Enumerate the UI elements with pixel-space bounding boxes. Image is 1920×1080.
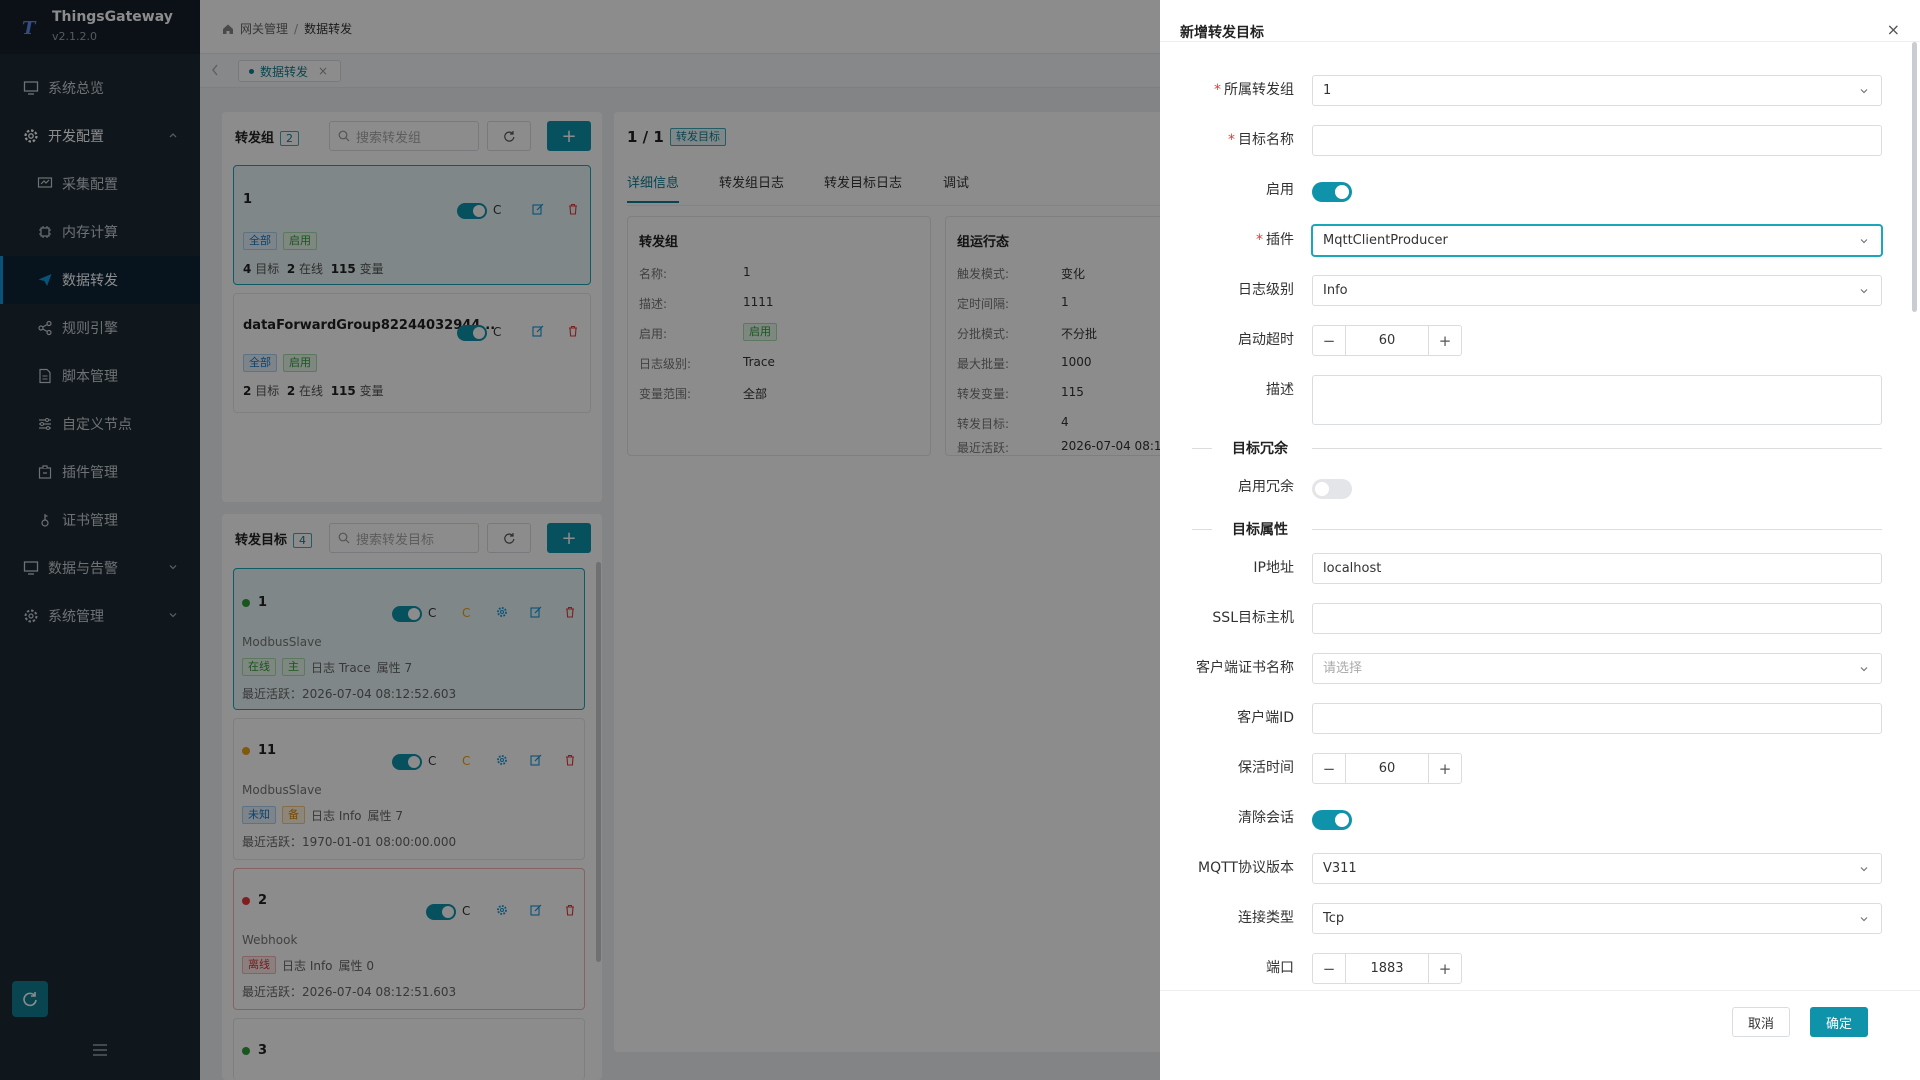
port-stepper: − 1883 + xyxy=(1312,953,1462,984)
chevron-down-icon xyxy=(1859,286,1869,296)
field-label: MQTT协议版本 xyxy=(1198,860,1294,876)
field-label: SSL目标主机 xyxy=(1212,610,1294,626)
section-redundancy: 目标冗余 xyxy=(1192,438,1882,458)
form-row-ssl-host: SSL目标主机 xyxy=(1180,601,1882,635)
form-row-enabled: 启用 xyxy=(1180,173,1880,207)
stepper-value[interactable]: 1883 xyxy=(1345,954,1429,983)
form-row-log-level: 日志级别 Info xyxy=(1180,273,1882,307)
field-label: 客户端证书名称 xyxy=(1196,660,1294,676)
mqtt-version-select[interactable]: V311 xyxy=(1312,853,1882,884)
field-label: 保活时间 xyxy=(1238,760,1294,776)
drawer-footer: 取消 确定 xyxy=(1160,990,1920,1080)
ok-button[interactable]: 确定 xyxy=(1810,1007,1868,1037)
form-row-redundancy: 启用冗余 xyxy=(1180,470,1880,504)
minus-icon[interactable]: − xyxy=(1313,754,1345,783)
close-icon[interactable]: × xyxy=(1887,20,1900,39)
target-name-input[interactable] xyxy=(1312,125,1882,156)
drawer-scrollbar[interactable] xyxy=(1912,42,1917,312)
chevron-down-icon xyxy=(1859,86,1869,96)
client-id-input[interactable] xyxy=(1312,703,1882,734)
form-row-client-cert: 客户端证书名称 请选择 xyxy=(1180,651,1882,685)
form-row-group: * 所属转发组 1 xyxy=(1180,73,1882,107)
form-row-start-timeout: 启动超时 − 60 + xyxy=(1180,323,1880,357)
chevron-down-icon xyxy=(1859,914,1869,924)
field-label: 启动超时 xyxy=(1238,332,1294,348)
form-row-desc: 描述 xyxy=(1180,373,1882,425)
form-row-mqtt-version: MQTT协议版本 V311 xyxy=(1180,851,1882,885)
drawer-title: 新增转发目标 xyxy=(1180,25,1264,41)
field-label: * 目标名称 xyxy=(1228,132,1294,148)
plus-icon[interactable]: + xyxy=(1429,754,1461,783)
field-label: 连接类型 xyxy=(1238,910,1294,926)
cancel-button[interactable]: 取消 xyxy=(1732,1007,1790,1037)
chevron-down-icon xyxy=(1859,236,1869,246)
group-select[interactable]: 1 xyxy=(1312,75,1882,106)
field-label: 启用 xyxy=(1266,182,1294,198)
minus-icon[interactable]: − xyxy=(1313,954,1345,983)
ssl-host-input[interactable] xyxy=(1312,603,1882,634)
form-row-name: * 目标名称 xyxy=(1180,123,1882,157)
ip-input[interactable]: localhost xyxy=(1312,553,1882,584)
keepalive-stepper: − 60 + xyxy=(1312,753,1462,784)
enabled-toggle[interactable] xyxy=(1312,182,1352,202)
plugin-select[interactable]: MqttClientProducer xyxy=(1312,225,1882,256)
divider xyxy=(1160,41,1920,42)
minus-icon[interactable]: − xyxy=(1313,326,1345,355)
redundancy-toggle[interactable] xyxy=(1312,479,1352,499)
conn-type-select[interactable]: Tcp xyxy=(1312,903,1882,934)
section-properties: 目标属性 xyxy=(1192,519,1882,539)
form-row-conn-type: 连接类型 Tcp xyxy=(1180,901,1882,935)
stepper-value[interactable]: 60 xyxy=(1345,754,1429,783)
chevron-down-icon xyxy=(1859,864,1869,874)
description-textarea[interactable] xyxy=(1312,375,1882,425)
start-timeout-stepper: − 60 + xyxy=(1312,325,1462,356)
add-target-drawer: 新增转发目标 × * 所属转发组 1 * 目标名称 启用 * 插件 MqttClien… xyxy=(1160,0,1920,1080)
chevron-down-icon xyxy=(1859,664,1869,674)
plus-icon[interactable]: + xyxy=(1429,954,1461,983)
section-title: 目标冗余 xyxy=(1232,441,1288,457)
log-level-select[interactable]: Info xyxy=(1312,275,1882,306)
field-label: * 所属转发组 xyxy=(1214,82,1294,98)
plus-icon[interactable]: + xyxy=(1429,326,1461,355)
field-label: * 插件 xyxy=(1256,232,1294,248)
field-label: 客户端ID xyxy=(1237,710,1294,726)
field-label: 端口 xyxy=(1266,960,1294,976)
field-label: 清除会话 xyxy=(1238,810,1294,826)
field-label: 描述 xyxy=(1266,382,1294,398)
client-cert-select[interactable]: 请选择 xyxy=(1312,653,1882,684)
clean-session-toggle[interactable] xyxy=(1312,810,1352,830)
form-row-keepalive: 保活时间 − 60 + xyxy=(1180,751,1880,785)
form-row-clean-session: 清除会话 xyxy=(1180,801,1880,835)
form-row-ip: IP地址 localhost xyxy=(1180,551,1882,585)
form-row-port: 端口 − 1883 + xyxy=(1180,951,1880,985)
field-label: 启用冗余 xyxy=(1238,479,1294,495)
stepper-value[interactable]: 60 xyxy=(1345,326,1429,355)
form-row-client-id: 客户端ID xyxy=(1180,701,1882,735)
field-label: 日志级别 xyxy=(1238,282,1294,298)
modal-overlay[interactable] xyxy=(0,0,1160,1080)
field-label: IP地址 xyxy=(1253,560,1294,576)
section-title: 目标属性 xyxy=(1232,522,1288,538)
form-row-plugin: * 插件 MqttClientProducer xyxy=(1180,223,1882,257)
